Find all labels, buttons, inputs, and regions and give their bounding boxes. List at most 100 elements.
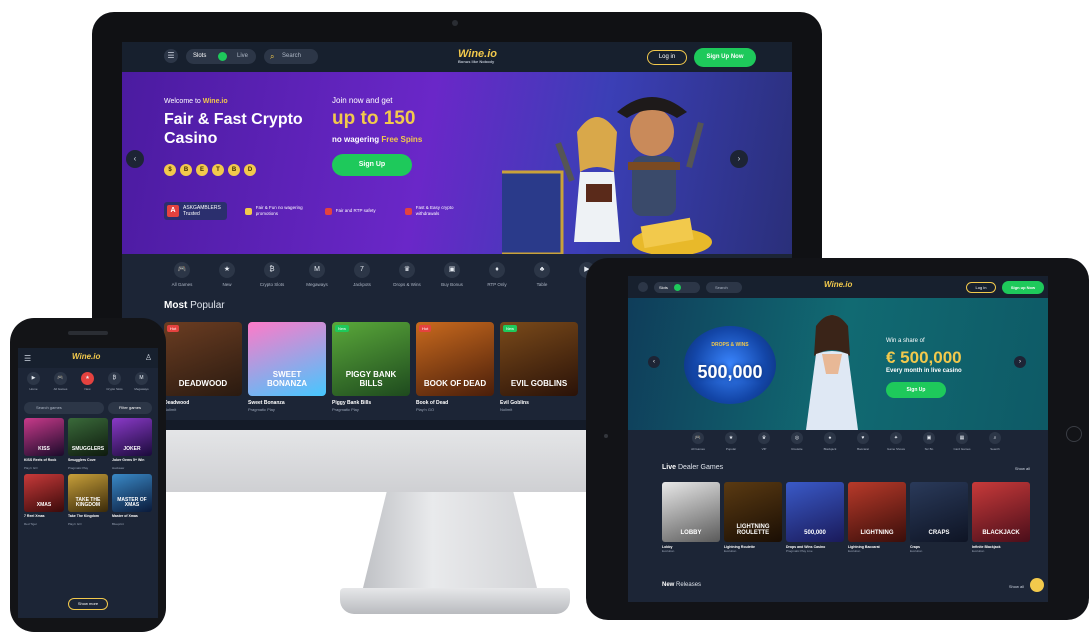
category-item[interactable]: ▣ Buy Bonus <box>434 262 470 287</box>
category-item[interactable]: ♠ Blackjack <box>816 432 844 451</box>
game-thumbnail[interactable]: LIGHTNING <box>848 482 906 542</box>
site-logo[interactable]: Wine.io <box>824 280 852 289</box>
game-thumbnail[interactable]: New EVIL GOBLINS <box>500 322 578 396</box>
search-button[interactable]: ⌕ Search <box>264 49 318 64</box>
hero-prev-arrow-icon[interactable]: ‹ <box>648 356 660 368</box>
game-card[interactable]: CRAPS Craps Evolution <box>910 482 968 553</box>
game-card[interactable]: New PIGGY BANK BILLS Piggy Bank Bills Pragm… <box>332 322 410 412</box>
category-item[interactable]: 🎮 All Games <box>49 372 72 391</box>
category-label: Roulette <box>791 447 803 451</box>
game-card[interactable]: SWEET BONANZA Sweet Bonanza Pragmatic Play <box>248 322 326 412</box>
game-card[interactable]: LOBBY Lobby Evolution <box>662 482 720 553</box>
game-thumbnail[interactable]: TAKE THE KINGDOM <box>68 474 108 512</box>
login-button[interactable]: Log in <box>966 282 996 293</box>
game-card[interactable]: 500,000 Drops and Wins Casino Pragmatic Pl… <box>786 482 844 553</box>
chat-bubble-icon[interactable] <box>1030 578 1044 592</box>
game-thumbnail[interactable]: BLACKJACK <box>972 482 1030 542</box>
game-thumbnail[interactable]: Hot DEADWOOD <box>164 322 242 396</box>
category-item[interactable]: M Megaways <box>299 262 335 287</box>
site-logo[interactable]: Wine.io <box>72 352 100 361</box>
hero-next-arrow-icon[interactable]: › <box>1014 356 1026 368</box>
game-card[interactable]: BLACKJACK Infinite Blackjack Evolution <box>972 482 1030 553</box>
show-all-link[interactable]: Show all <box>1015 466 1030 471</box>
game-thumbnail[interactable]: XMAS <box>24 474 64 512</box>
game-card[interactable]: LIGHTNING ROULETTE Lightning Roulette Evol… <box>724 482 782 553</box>
game-card[interactable]: TAKE THE KINGDOM Take The Kingdom Play'n G… <box>68 474 108 526</box>
menu-icon[interactable] <box>638 282 648 292</box>
hero-banner: ‹ › Welcome to Wine.io Fair & Fast Crypt… <box>122 72 792 254</box>
game-thumbnail[interactable]: JOKER <box>112 418 152 456</box>
game-card[interactable]: MASTER OF XMAS Master of Xmas Blueprint <box>112 474 152 526</box>
game-card[interactable]: KISS KISS Reels of Rock Play'n GO <box>24 418 64 470</box>
game-card[interactable]: SMUGGLERS Smugglers Cove Pragmatic Play <box>68 418 108 470</box>
search-games-input[interactable]: Search games <box>24 402 104 414</box>
category-item[interactable]: ♥ Baccarat <box>849 432 877 451</box>
game-card[interactable]: XMAS 7 Reel Xmas Red Tiger <box>24 474 64 526</box>
crypto-coin-icon: B <box>228 164 240 176</box>
game-provider: Play'n GO <box>68 522 82 526</box>
hero-signup-button[interactable]: Sign Up <box>886 382 946 398</box>
category-item[interactable]: ★ New <box>209 262 245 287</box>
category-item[interactable]: 🎮 All Games <box>684 432 712 451</box>
category-item[interactable]: ♛ VIP <box>750 432 778 451</box>
show-more-button[interactable]: Show more <box>68 598 108 610</box>
show-all-link[interactable]: Show all <box>1009 584 1024 589</box>
category-item[interactable]: ★ Popular <box>717 432 745 451</box>
search-button[interactable]: Search <box>706 282 742 293</box>
category-item[interactable]: 🎮 All Games <box>164 262 200 287</box>
category-item[interactable]: ♛ Drops & Wins <box>389 262 425 287</box>
signup-now-button[interactable]: Sign Up Now <box>694 48 756 67</box>
category-item[interactable]: ⌕ Search <box>981 432 1009 451</box>
category-item[interactable]: ₿ Crypto Slots <box>254 262 290 287</box>
feature-text: Fast & Easy crypto withdrawals <box>415 205 454 216</box>
hero-prev-arrow-icon[interactable]: ‹ <box>126 150 144 168</box>
game-card[interactable]: New EVIL GOBLINS Evil Goblins Nolimit <box>500 322 578 412</box>
category-item[interactable]: ₿ Crypto Slots <box>103 372 126 391</box>
category-item[interactable]: 7 Jackpots <box>344 262 380 287</box>
game-thumbnail[interactable]: New PIGGY BANK BILLS <box>332 322 410 396</box>
signup-now-button[interactable]: Sign up Now <box>1002 281 1044 294</box>
site-logo[interactable]: Wine.io Bonus like Nobody <box>458 48 497 64</box>
category-item[interactable]: ✦ Game Shows <box>882 432 910 451</box>
game-card[interactable]: Hot DEADWOOD Deadwood Nolimit <box>164 322 242 412</box>
category-item[interactable]: ♦ RTP Only <box>479 262 515 287</box>
tablet-navbar: Slots Search Wine.io Log in Sign up Now <box>628 276 1048 298</box>
category-item[interactable]: ▶ Home <box>22 372 45 391</box>
filter-games-button[interactable]: Filter games <box>108 402 152 414</box>
login-button[interactable]: Log in <box>647 50 687 65</box>
game-card[interactable]: LIGHTNING Lightning Baccarat Evolution <box>848 482 906 553</box>
game-thumbnail-title: JOKER <box>123 446 141 452</box>
category-label: Megaways <box>306 282 328 287</box>
category-label: Buy Bonus <box>441 282 463 287</box>
game-thumbnail[interactable]: MASTER OF XMAS <box>112 474 152 512</box>
phone-category-bar: ▶ Home 🎮 All Games ★ New ₿ Crypto Slots M Megaway… <box>22 372 153 391</box>
category-item[interactable]: ◎ Roulette <box>783 432 811 451</box>
game-thumbnail[interactable]: KISS <box>24 418 64 456</box>
game-thumbnail[interactable]: SWEET BONANZA <box>248 322 326 396</box>
category-icon: ₿ <box>108 372 121 385</box>
category-item[interactable]: ♣ Table <box>524 262 560 287</box>
menu-icon[interactable]: ☰ <box>164 49 178 63</box>
game-thumbnail[interactable]: Hot BOOK OF DEAD <box>416 322 494 396</box>
webcam <box>452 20 458 26</box>
game-thumbnail[interactable]: LIGHTNING ROULETTE <box>724 482 782 542</box>
slots-live-toggle[interactable]: Slots <box>654 282 700 293</box>
category-item[interactable]: ▦ Card Games <box>948 432 976 451</box>
monitor-stand <box>362 492 538 592</box>
game-thumbnail-title: MASTER OF XMAS <box>117 497 147 508</box>
slots-live-toggle[interactable]: Slots Live <box>186 49 256 64</box>
hero-signup-button[interactable]: Sign Up <box>332 154 412 176</box>
user-icon[interactable]: ♙ <box>145 353 152 362</box>
feature-icon <box>244 207 252 215</box>
category-item[interactable]: ★ New <box>76 372 99 391</box>
game-thumbnail[interactable]: SMUGGLERS <box>68 418 108 456</box>
game-card[interactable]: JOKER Joker Gems 5+ Win Hacksaw <box>112 418 152 470</box>
game-thumbnail[interactable]: CRAPS <box>910 482 968 542</box>
menu-icon[interactable]: ☰ <box>24 354 31 363</box>
game-thumbnail[interactable]: 500,000 <box>786 482 844 542</box>
category-item[interactable]: ▣ Sic Bo <box>915 432 943 451</box>
hero-next-arrow-icon[interactable]: › <box>730 150 748 168</box>
game-card[interactable]: Hot BOOK OF DEAD Book of Dead Play'n GO <box>416 322 494 412</box>
game-thumbnail[interactable]: LOBBY <box>662 482 720 542</box>
category-item[interactable]: M Megaways <box>130 372 153 391</box>
